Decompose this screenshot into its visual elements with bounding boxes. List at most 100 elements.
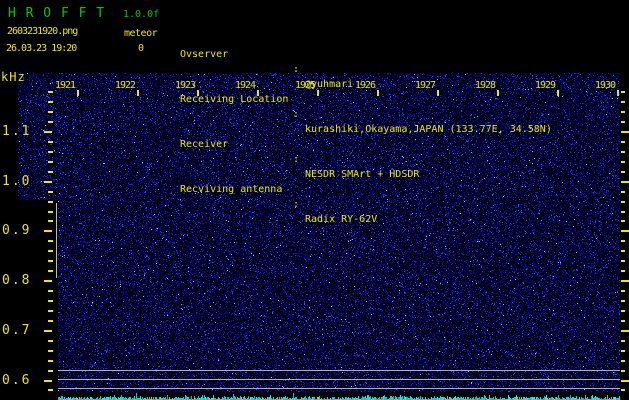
freq-minor-tick <box>48 270 53 272</box>
time-tick-mark <box>437 90 439 96</box>
freq-minor-tick <box>48 240 53 242</box>
freq-minor-tick <box>621 111 625 113</box>
reference-line <box>58 370 620 371</box>
freq-minor-tick <box>48 290 53 292</box>
info-separator: : <box>293 154 300 165</box>
meteor-counter-label: meteor <box>124 28 158 39</box>
freq-minor-tick <box>621 360 625 362</box>
time-tick-label: 1929 <box>534 80 556 91</box>
freq-minor-tick <box>48 101 53 103</box>
freq-tick-label: 1.1 <box>2 124 32 139</box>
freq-major-tick <box>44 280 52 282</box>
freq-major-tick <box>44 380 52 382</box>
freq-minor-tick <box>621 320 625 322</box>
freq-major-tick <box>621 230 629 232</box>
time-tick-mark <box>497 90 499 96</box>
freq-major-tick <box>621 181 629 183</box>
freq-minor-tick <box>621 171 625 173</box>
time-tick-mark <box>317 90 319 96</box>
freq-minor-tick <box>621 141 625 143</box>
freq-minor-tick <box>48 91 53 93</box>
meteor-counter-value: 0 <box>137 43 145 54</box>
time-tick-mark <box>257 90 259 96</box>
freq-minor-tick <box>48 370 53 372</box>
left-marker-line <box>56 203 57 278</box>
freq-minor-tick <box>621 191 625 193</box>
freq-major-tick <box>621 330 629 332</box>
freq-minor-tick <box>621 300 625 302</box>
freq-major-tick <box>44 131 52 133</box>
freq-minor-tick <box>621 370 625 372</box>
freq-axis-unit: kHz <box>1 70 26 84</box>
freq-minor-tick <box>621 270 625 272</box>
info-label: Ovserver <box>180 49 229 60</box>
freq-major-tick <box>621 380 629 382</box>
freq-tick-label: 1.0 <box>2 174 32 189</box>
time-tick-label: 1927 <box>414 80 436 91</box>
reference-line <box>58 388 620 389</box>
freq-minor-tick <box>48 350 53 352</box>
hrofft-window: H R O F F T 1.0.0f 2603231920.png meteor… <box>0 0 629 400</box>
info-value: Radix RY-62V <box>305 214 378 225</box>
freq-minor-tick <box>621 290 625 292</box>
freq-major-tick <box>44 330 52 332</box>
freq-minor-tick <box>621 260 625 262</box>
freq-minor-tick <box>621 389 625 391</box>
info-label: Receiver <box>180 139 229 150</box>
info-separator: : <box>293 199 300 210</box>
freq-minor-tick <box>621 240 625 242</box>
info-row-receiver: Receiver : NESDR SMArt + HDSDR <box>180 122 419 180</box>
freq-major-tick <box>621 131 629 133</box>
freq-minor-tick <box>621 91 625 93</box>
time-tick-label: 1923 <box>174 80 196 91</box>
freq-minor-tick <box>621 121 625 123</box>
freq-minor-tick <box>48 260 53 262</box>
time-tick-mark <box>197 90 199 96</box>
time-tick-label: 1928 <box>474 80 496 91</box>
output-filename: 2603231920.png <box>7 26 78 37</box>
reference-line <box>58 379 620 380</box>
freq-minor-tick <box>621 201 625 203</box>
time-tick-mark <box>377 90 379 96</box>
freq-minor-tick <box>621 101 625 103</box>
info-row-antenna: Recviving antenna : Radix RY-62V <box>180 167 377 225</box>
info-row-observer: Ovserver : @yuhmari <box>180 32 353 90</box>
info-value: NESDR SMArt + HDSDR <box>305 169 420 180</box>
freq-minor-tick <box>48 211 53 213</box>
freq-minor-tick <box>621 211 625 213</box>
freq-minor-tick <box>621 350 625 352</box>
freq-major-tick <box>44 181 52 183</box>
freq-minor-tick <box>621 151 625 153</box>
time-tick-mark <box>617 90 619 96</box>
freq-minor-tick <box>48 360 53 362</box>
time-tick-mark <box>557 90 559 96</box>
freq-minor-tick <box>48 310 53 312</box>
freq-minor-tick <box>48 250 53 252</box>
freq-major-tick <box>44 230 52 232</box>
freq-tick-label: 0.8 <box>2 273 32 288</box>
freq-minor-tick <box>48 320 53 322</box>
freq-minor-tick <box>621 161 625 163</box>
spectrogram-canvas <box>18 73 620 392</box>
time-tick-mark <box>77 90 79 96</box>
app-version: 1.0.0f <box>123 9 160 20</box>
freq-minor-tick <box>48 151 53 153</box>
time-tick-label: 1925 <box>294 80 316 91</box>
time-tick-label: 1921 <box>54 80 76 91</box>
freq-minor-tick <box>48 220 53 222</box>
time-tick-label: 1924 <box>234 80 256 91</box>
freq-major-tick <box>621 280 629 282</box>
timestamp: 26.03.23 19:20 <box>6 43 77 54</box>
freq-tick-label: 0.9 <box>2 223 32 238</box>
app-title: H R O F F T <box>8 6 106 21</box>
time-tick-label: 1922 <box>114 80 136 91</box>
freq-minor-tick <box>621 250 625 252</box>
freq-minor-tick <box>48 161 53 163</box>
info-separator: : <box>293 109 300 120</box>
freq-tick-label: 0.6 <box>2 373 32 388</box>
freq-minor-tick <box>48 191 53 193</box>
freq-minor-tick <box>48 300 53 302</box>
station-info: Ovserver : @yuhmari Receiving Location :… <box>180 2 552 225</box>
freq-minor-tick <box>48 111 53 113</box>
time-tick-label: 1926 <box>354 80 376 91</box>
